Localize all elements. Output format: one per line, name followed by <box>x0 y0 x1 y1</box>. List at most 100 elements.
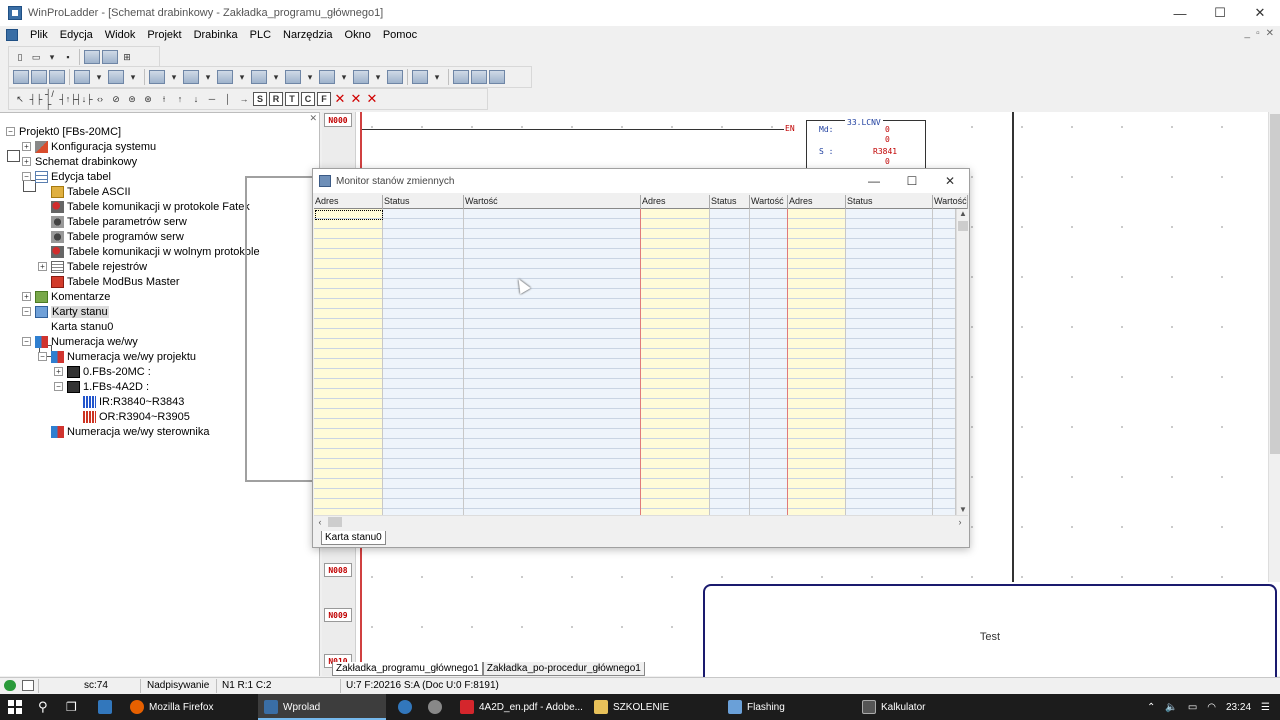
search-icon[interactable] <box>251 70 267 84</box>
grid-horizontal-scrollbar[interactable]: ‹ › <box>314 515 968 527</box>
tree-item-ir[interactable]: IR:R3840~R3843 <box>70 394 184 409</box>
delete-icon[interactable]: ✕ <box>333 91 347 106</box>
tree-item-fatek[interactable]: Tabele komunikacji w protokole Fatek <box>38 199 250 214</box>
delete-line-icon[interactable]: ✕ <box>349 91 363 106</box>
scroll-left-icon[interactable]: ‹ <box>314 516 326 528</box>
new-file-icon[interactable]: ▯ <box>13 50 27 64</box>
save-icon[interactable]: ▪ <box>61 50 75 64</box>
pointer-icon[interactable]: ↖ <box>13 92 27 106</box>
task-view-icon[interactable]: ❐ <box>66 694 77 720</box>
percent-icon[interactable] <box>149 70 165 84</box>
line-down-icon[interactable]: ↓ <box>189 92 203 106</box>
contact-no-icon[interactable]: ┤├ <box>29 92 43 106</box>
tree-close-icon[interactable]: ✕ <box>309 113 317 124</box>
menu-widok[interactable]: Widok <box>99 29 142 41</box>
monitor-title-bar[interactable]: Monitor stanów zmiennych — ☐ ✕ <box>313 169 969 193</box>
address-column[interactable] <box>788 209 846 515</box>
column-header[interactable]: Adres <box>641 195 710 209</box>
column-header[interactable]: Adres <box>314 195 383 209</box>
tree-item-io-project[interactable]: − Numeracja we/wy projektu <box>38 349 196 364</box>
mdi-restore-button[interactable]: ▫ <box>1256 28 1260 39</box>
taskbar-app-3[interactable] <box>398 694 417 720</box>
taskbar-app-szkolenie[interactable]: SZKOLENIE <box>590 694 718 720</box>
monitor-minimize-button[interactable]: — <box>855 169 893 193</box>
tab-subroutine[interactable]: Zakładka_po-procedur_głównego1 <box>482 662 645 676</box>
grid-body[interactable] <box>314 209 956 515</box>
table-view-icon[interactable] <box>102 50 118 64</box>
column-header[interactable]: Wartość <box>750 195 788 209</box>
vline-icon[interactable]: │ <box>221 92 235 106</box>
status-column[interactable] <box>383 209 464 515</box>
coil-set-icon[interactable]: ⊜ <box>125 92 139 106</box>
zoom-icon[interactable] <box>412 70 428 84</box>
taskbar-app-wprolad[interactable]: Wprolad <box>258 694 386 720</box>
status-column[interactable] <box>710 209 750 515</box>
monitor-maximize-button[interactable]: ☐ <box>893 169 931 193</box>
table-icon[interactable] <box>353 70 369 84</box>
mdi-close-button[interactable]: ✕ <box>1266 28 1274 39</box>
search-icon[interactable]: ⚲ <box>38 694 48 720</box>
collapse-icon[interactable]: − <box>22 172 31 181</box>
notification-icon[interactable]: ☰ <box>1261 702 1270 713</box>
force-icon[interactable] <box>183 70 199 84</box>
tree-item-comments[interactable]: + Komentarze <box>22 289 110 304</box>
windows-start-icon[interactable] <box>8 700 22 714</box>
branch-icon[interactable]: ⟊ <box>157 92 171 106</box>
list-icon[interactable] <box>319 70 335 84</box>
expand-icon[interactable]: + <box>22 157 31 166</box>
taskbar-app-flashing[interactable]: Flashing <box>724 694 852 720</box>
tree-item-ascii[interactable]: Tabele ASCII <box>38 184 131 199</box>
monitor-close-button[interactable]: ✕ <box>931 169 969 193</box>
ladder-insert-icon[interactable] <box>489 70 505 84</box>
minimize-button[interactable]: — <box>1160 0 1200 26</box>
c-box-icon[interactable]: C <box>301 92 315 106</box>
tree-item-project[interactable]: − Projekt0 [FBs-20MC] <box>6 124 121 162</box>
expand-icon[interactable]: + <box>38 262 47 271</box>
tab-status-card0[interactable]: Karta stanu0 <box>321 531 386 545</box>
collapse-icon[interactable]: − <box>22 307 31 316</box>
dropdown-icon[interactable]: ▾ <box>303 70 317 84</box>
address-column[interactable] <box>314 209 383 515</box>
rung-number[interactable]: N008 <box>324 563 352 577</box>
f-box-icon[interactable]: F <box>317 92 331 106</box>
dropdown-icon[interactable]: ▾ <box>371 70 385 84</box>
volume-icon[interactable]: 🔈 <box>1165 702 1177 713</box>
grid-icon[interactable] <box>471 70 487 84</box>
ladder-view-icon[interactable] <box>84 50 100 64</box>
dropdown-icon[interactable]: ▾ <box>201 70 215 84</box>
rung-number[interactable]: N009 <box>324 608 352 622</box>
value-column[interactable] <box>464 209 641 515</box>
coil-reset-icon[interactable]: ⊛ <box>141 92 155 106</box>
function-block-lcnv[interactable]: 33.LCNV Md: 0 0 S : R3841 0 <box>806 118 926 172</box>
plc-status-icon[interactable] <box>49 70 65 84</box>
tree-item-config[interactable]: + Konfiguracja systemu <box>22 139 156 154</box>
chevron-up-icon[interactable]: ⌃ <box>1147 702 1155 713</box>
tree-item-io-numbering[interactable]: − Numeracja we/wy <box>22 334 138 349</box>
wifi-icon[interactable]: ◠ <box>1207 702 1216 713</box>
column-header[interactable]: Wartość <box>933 195 968 209</box>
notification-popup[interactable]: Test <box>703 584 1277 690</box>
clock[interactable]: 23:24 <box>1226 702 1251 713</box>
scroll-up-icon[interactable]: ▲ <box>957 209 968 219</box>
tab-main-program[interactable]: Zakładka_programu_głównego1 <box>332 662 483 676</box>
contact-down-icon[interactable]: ┤↓├ <box>75 92 92 106</box>
collapse-icon[interactable]: − <box>54 382 63 391</box>
plc-connect-icon[interactable] <box>13 70 29 84</box>
mdi-minimize-button[interactable]: _ <box>1245 28 1251 39</box>
dropdown-icon[interactable]: ▾ <box>126 70 140 84</box>
tree-item-status-card0[interactable]: Karta stanu0 <box>38 319 113 357</box>
expand-icon[interactable]: + <box>22 142 31 151</box>
scroll-right-icon[interactable]: › <box>954 516 966 528</box>
column-header[interactable]: Wartość <box>464 195 641 209</box>
dropdown-icon[interactable]: ▾ <box>167 70 181 84</box>
battery-icon[interactable]: ▭ <box>1188 702 1197 713</box>
scroll-thumb[interactable] <box>328 517 342 527</box>
tree-item-status-cards[interactable]: − Karty stanu <box>22 304 109 319</box>
taskbar-app-kalkulator[interactable]: Kalkulator <box>858 694 986 720</box>
selected-cell[interactable] <box>315 210 383 220</box>
tree-item-io-plc[interactable]: Numeracja we/wy sterownika <box>38 424 209 439</box>
plc-disconnect-icon[interactable] <box>31 70 47 84</box>
line-up-icon[interactable]: ↑ <box>173 92 187 106</box>
tree-item-ladder[interactable]: + Schemat drabinkowy <box>22 154 137 192</box>
arrow-right-icon[interactable]: → <box>237 92 251 106</box>
